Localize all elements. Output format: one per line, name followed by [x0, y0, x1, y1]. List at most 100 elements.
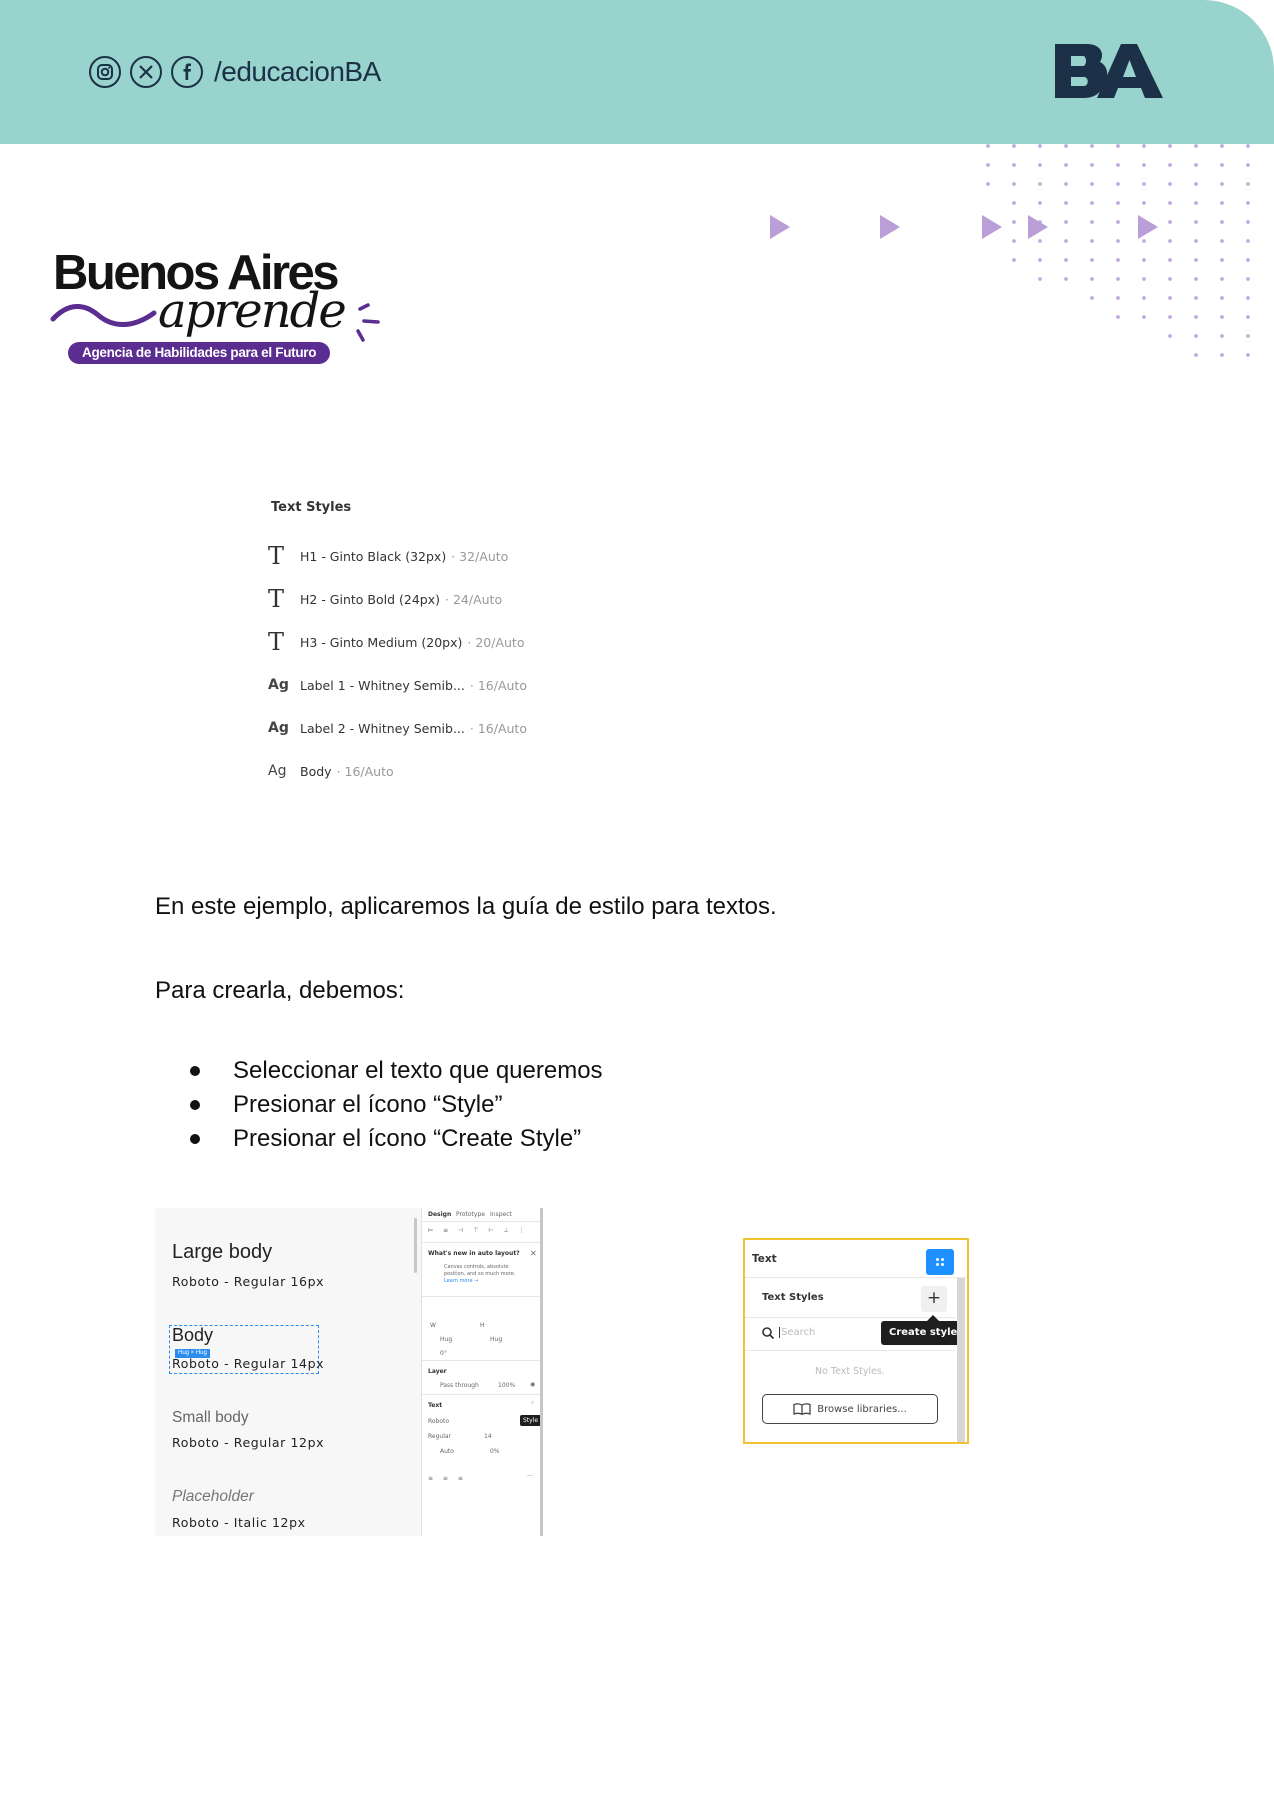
text-style-meta: · 16/Auto: [336, 763, 394, 779]
decorative-dot: [1194, 277, 1198, 281]
facebook-icon[interactable]: [171, 56, 203, 88]
decorative-arrow-icon: [880, 215, 900, 239]
text-style-meta: · 16/Auto: [469, 677, 527, 693]
text-style-item: T H1 - Ginto Black (32px) · 32/Auto: [268, 542, 508, 570]
more-icon[interactable]: ···: [527, 1473, 533, 1480]
decorative-dot: [1220, 201, 1224, 205]
decorative-dot: [1220, 334, 1224, 338]
bullet-icon: [190, 1100, 200, 1110]
decorative-dot: [1116, 163, 1120, 167]
font-size-value[interactable]: 14: [484, 1433, 492, 1440]
blend-mode[interactable]: Pass through: [440, 1382, 479, 1389]
step-text: Presionar el ícono “Create Style”: [233, 1125, 582, 1152]
decorative-dot: [1220, 239, 1224, 243]
decorative-dot: [1246, 201, 1250, 205]
letter-spacing-value[interactable]: 0%: [490, 1448, 500, 1455]
decorative-dot: [1194, 220, 1198, 224]
decorative-dot: [1194, 296, 1198, 300]
text-style-item: T H3 - Ginto Medium (20px) · 20/Auto: [268, 628, 524, 656]
style-sample-label[interactable]: Body: [172, 1325, 213, 1346]
decorative-dot: [1194, 258, 1198, 262]
decorative-dot: [1194, 144, 1198, 148]
decorative-dot: [1142, 163, 1146, 167]
font-weight-value[interactable]: Regular: [428, 1433, 451, 1440]
create-style-button[interactable]: +: [921, 1286, 947, 1312]
close-icon[interactable]: ✕: [530, 1249, 537, 1258]
h-field[interactable]: H: [480, 1322, 485, 1329]
bullet-icon: [190, 1066, 200, 1076]
opacity-value[interactable]: 100%: [498, 1382, 515, 1389]
decorative-dot: [1220, 182, 1224, 186]
decorative-dot: [1090, 296, 1094, 300]
decorative-dot: [1194, 315, 1198, 319]
text-styles-panel-screenshot: Text Text Styles + Search Create style N…: [743, 1238, 969, 1444]
text-style-glyph-icon: T: [268, 628, 285, 656]
text-style-item: T H2 - Ginto Bold (24px) · 24/Auto: [268, 585, 502, 613]
sparkle-icon: [356, 303, 380, 342]
decorative-dot: [1246, 258, 1250, 262]
list-item: Presionar el ícono “Style”: [190, 1088, 603, 1122]
decorative-dot: [1168, 144, 1172, 148]
decorative-dot: [986, 163, 990, 167]
w-field[interactable]: W: [430, 1322, 436, 1329]
style-sample-label[interactable]: Placeholder: [172, 1488, 254, 1506]
text-align-controls[interactable]: ≡ ≡ ≡: [428, 1475, 467, 1482]
decorative-dot: [1064, 220, 1068, 224]
canvas-scrollbar[interactable]: [414, 1218, 417, 1273]
style-sample-label[interactable]: Large body: [172, 1241, 272, 1264]
decorative-dot: [1012, 220, 1016, 224]
decorative-dot: [1064, 277, 1068, 281]
text-style-meta: · 20/Auto: [467, 634, 525, 650]
decorative-dot: [1116, 239, 1120, 243]
decorative-dot: [1168, 334, 1172, 338]
decorative-dot: [1220, 315, 1224, 319]
decorative-dot: [1168, 163, 1172, 167]
decorative-dot: [1116, 182, 1120, 186]
decorative-dot: [1064, 182, 1068, 186]
line-height-value[interactable]: Auto: [440, 1448, 454, 1455]
align-toolbar[interactable]: ⊨ ≡ ⊣ ⊤ ⊢ ⊥ ⋮: [428, 1227, 529, 1234]
decorative-dot: [1090, 239, 1094, 243]
browse-libraries-label: Browse libraries...: [817, 1403, 907, 1415]
learn-more-link[interactable]: Learn more →: [444, 1278, 478, 1284]
text-style-meta: · 16/Auto: [469, 720, 527, 736]
decorative-dot: [1012, 239, 1016, 243]
instagram-icon[interactable]: [89, 56, 121, 88]
decorative-dot-grid: [986, 144, 1250, 357]
w-value[interactable]: Hug: [440, 1336, 452, 1343]
style-icon[interactable]: ⁘: [530, 1400, 535, 1407]
decorative-dot: [1168, 201, 1172, 205]
panel-scrollbar[interactable]: [957, 1278, 965, 1442]
social-handle[interactable]: /educacionBA: [214, 56, 381, 88]
text-style-name: H2 - Ginto Bold (24px): [300, 591, 441, 607]
h-value[interactable]: Hug: [490, 1336, 502, 1343]
text-style-name: Label 2 - Whitney Semib...: [300, 720, 465, 736]
text-style-meta: · 32/Auto: [451, 548, 509, 564]
decorative-dot: [1246, 334, 1250, 338]
style-sample-label[interactable]: Small body: [172, 1409, 249, 1427]
panel-scrollbar[interactable]: [540, 1208, 543, 1536]
eye-icon[interactable]: ◉: [530, 1381, 535, 1388]
divider: [745, 1350, 955, 1351]
x-icon[interactable]: [130, 56, 162, 88]
tab-inspect[interactable]: Inspect: [490, 1211, 512, 1218]
ba-logo: [1055, 44, 1163, 98]
text-style-glyph-icon: Ag: [268, 677, 289, 693]
decorative-dot: [1168, 315, 1172, 319]
rotation-value[interactable]: 0°: [440, 1350, 447, 1357]
buenos-aires-aprende-logo: Buenos Aires aprende Agencia de Habilida…: [50, 245, 390, 370]
search-input[interactable]: Search: [779, 1327, 815, 1338]
decorative-dot: [1194, 182, 1198, 186]
tab-design[interactable]: Design: [428, 1211, 451, 1218]
decorative-dot: [1168, 220, 1172, 224]
decorative-dot: [1038, 163, 1042, 167]
tab-prototype[interactable]: Prototype: [456, 1211, 485, 1218]
decorative-dot: [1012, 182, 1016, 186]
header-band: /educacionBA: [0, 0, 1274, 144]
steps-list: Seleccionar el texto que queremos Presio…: [190, 1054, 603, 1156]
decorative-dot: [1220, 144, 1224, 148]
browse-libraries-button[interactable]: Browse libraries...: [762, 1394, 938, 1424]
style-button[interactable]: [926, 1249, 954, 1275]
font-family-value[interactable]: Roboto: [428, 1418, 449, 1425]
text-panel-header: Text: [745, 1240, 967, 1278]
